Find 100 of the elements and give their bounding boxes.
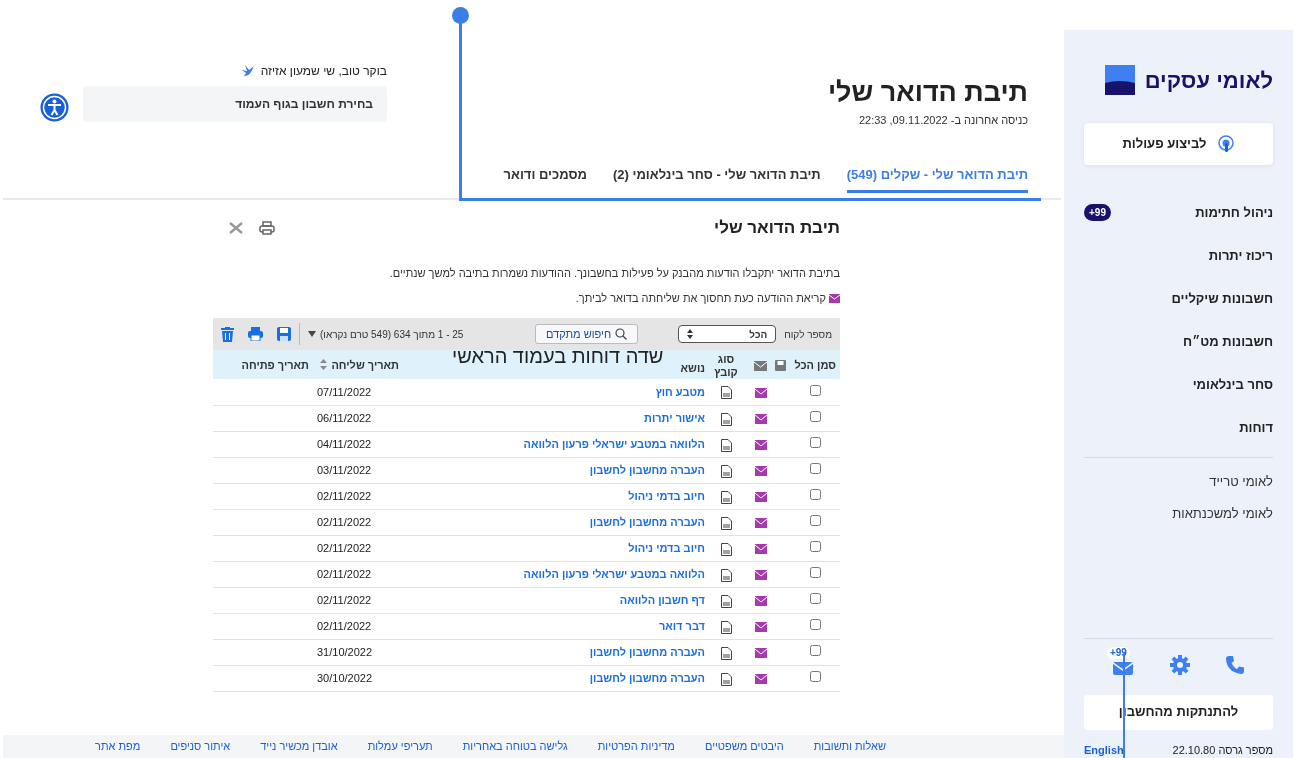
envelope-icon[interactable]	[755, 622, 767, 633]
date-text: 31/10/2022	[317, 646, 373, 659]
envelope-icon[interactable]	[755, 492, 767, 503]
row-checkbox[interactable]	[809, 567, 821, 579]
pdf-file-icon[interactable]	[720, 490, 732, 504]
bird-icon	[240, 65, 255, 77]
footer-link[interactable]: איתור סניפים	[170, 738, 231, 755]
envelope-icon[interactable]	[755, 388, 767, 398]
nav-item[interactable]: סחר בינלאומי	[1084, 363, 1273, 406]
subject-link[interactable]: הלוואה במטבע ישראלי פרעון הלוואה	[523, 568, 705, 581]
sidebar-link[interactable]: לאומי למשכנתאות	[1084, 498, 1273, 530]
envelope-icon[interactable]	[755, 414, 767, 425]
pdf-file-icon[interactable]	[720, 672, 732, 686]
footer-link[interactable]: מפת אתר	[95, 738, 141, 755]
tab[interactable]: תיבת הדואר שלי - שקלים (549)	[846, 164, 1028, 194]
envelope-icon[interactable]	[755, 596, 767, 607]
date-text: 02/11/2022	[317, 542, 372, 555]
sidebar-link[interactable]: לאומי טרייד	[1084, 466, 1273, 498]
pdf-file-icon[interactable]	[720, 620, 732, 634]
row-checkbox[interactable]	[809, 671, 821, 683]
pdf-file-icon[interactable]	[720, 568, 732, 582]
row-checkbox[interactable]	[809, 541, 821, 553]
caret-icon[interactable]	[308, 331, 316, 338]
footer-link[interactable]: אובדן מכשיר נייד	[260, 738, 338, 755]
pdf-file-icon[interactable]	[720, 412, 732, 426]
subject-link[interactable]: חיוב בדמי ניהול	[628, 490, 705, 503]
envelope-icon[interactable]	[755, 518, 767, 529]
footer-link[interactable]: תעריפי עמלות	[367, 738, 433, 755]
row-checkbox[interactable]	[809, 645, 821, 657]
pdf-file-icon[interactable]	[720, 542, 732, 556]
nav-item[interactable]: דוחות	[1084, 406, 1273, 449]
last-login-text: כניסה אחרונה ב- 09.11.2022, 22:33	[857, 113, 1028, 129]
date-text: 30/10/2022	[317, 672, 373, 685]
subject-link[interactable]: דף חשבון הלוואה	[619, 594, 705, 607]
row-checkbox[interactable]	[809, 489, 821, 501]
customer-select[interactable]: הכל	[678, 325, 777, 344]
subject-link[interactable]: אישור יתרות	[644, 412, 705, 425]
nav-item[interactable]: חשבונות מט״ח	[1084, 320, 1273, 363]
tab[interactable]: מסמכים ודואר	[503, 164, 587, 194]
pdf-file-icon[interactable]	[720, 594, 732, 608]
envelope-icon[interactable]	[755, 674, 767, 685]
pdf-file-icon[interactable]	[720, 464, 732, 478]
subject-link[interactable]: העברה מחשבון לחשבון	[589, 516, 705, 529]
row-checkbox[interactable]	[809, 515, 821, 527]
version-text: מספר גרסה 22.10.80	[1172, 742, 1273, 758]
envelope-icon[interactable]	[755, 544, 767, 555]
language-link[interactable]: English	[1084, 741, 1124, 758]
subject-link[interactable]: הלוואה במטבע ישראלי פרעון הלוואה	[523, 438, 705, 451]
nav-label: חשבונות שיקליים	[1171, 289, 1273, 308]
x-icon[interactable]	[229, 222, 243, 235]
envelope-icon[interactable]	[755, 570, 767, 581]
footer-link[interactable]: גלישה בטוחה באחריות	[462, 738, 568, 755]
pdf-file-icon[interactable]	[720, 438, 732, 452]
envelope-icon[interactable]	[754, 360, 767, 371]
save-icon[interactable]	[277, 326, 291, 341]
action-button[interactable]: לביצוע פעולות	[1084, 123, 1273, 165]
footer-link[interactable]: מדיניות הפרטיות	[597, 738, 675, 755]
subject-link[interactable]: מטבע חוץ	[655, 385, 705, 398]
envelope-icon[interactable]	[755, 466, 767, 477]
subject-link[interactable]: העברה מחשבון לחשבון	[589, 672, 705, 685]
pdf-file-icon[interactable]	[720, 516, 732, 530]
save-icon[interactable]	[775, 360, 786, 372]
tab[interactable]: תיבת הדואר שלי - סחר בינלאומי (2)	[612, 164, 821, 194]
date-text: 02/11/2022	[317, 594, 372, 607]
pdf-file-icon[interactable]	[720, 386, 732, 400]
date-text: 02/11/2022	[317, 568, 372, 581]
pdf-file-icon[interactable]	[720, 646, 732, 660]
notice-text: קריאת ההודעה כעת תחסוך את שליחתה בדואר לביתך.	[575, 290, 826, 306]
account-select[interactable]: בחירת חשבון בגוף העמוד	[83, 86, 387, 122]
subject-link[interactable]: העברה מחשבון לחשבון	[589, 646, 705, 659]
envelope-icon[interactable]	[755, 440, 767, 451]
footer-link[interactable]: היבטים משפטיים	[704, 738, 784, 755]
trash-icon[interactable]	[221, 326, 234, 342]
nav-item[interactable]: ריכוז יתרות	[1084, 234, 1273, 277]
date-text: 04/11/2022	[317, 438, 372, 451]
row-checkbox[interactable]	[809, 437, 821, 449]
accessibility-icon[interactable]	[40, 93, 69, 122]
footer-link[interactable]: שאלות ותשובות	[813, 738, 886, 755]
subject-link[interactable]: דבר דואר	[658, 620, 705, 633]
column-header: תאריך פתיחה	[241, 357, 309, 373]
advanced-search-button[interactable]: חיפוש מתקדם	[535, 324, 639, 345]
print-icon[interactable]	[259, 221, 275, 236]
row-checkbox[interactable]	[809, 384, 821, 396]
search-icon	[615, 328, 628, 341]
annotation-text: שדה דוחות בעמוד הראשי	[452, 346, 664, 366]
row-checkbox[interactable]	[809, 463, 821, 475]
envelope-icon[interactable]	[755, 648, 767, 659]
printer-icon[interactable]	[248, 326, 263, 341]
section-title: תיבת הדואר שלי	[714, 218, 840, 239]
subject-link[interactable]: העברה מחשבון לחשבון	[589, 464, 705, 477]
phone-icon[interactable]	[1225, 654, 1246, 675]
nav-label: ניהול חתימות	[1195, 203, 1273, 222]
row-checkbox[interactable]	[809, 619, 821, 631]
spinner-arrows-icon	[687, 329, 694, 340]
sort-icon[interactable]	[320, 359, 328, 371]
subject-link[interactable]: חיוב בדמי ניהול	[628, 542, 705, 555]
row-checkbox[interactable]	[809, 593, 821, 605]
row-checkbox[interactable]	[809, 411, 821, 423]
date-text: 02/11/2022	[317, 490, 372, 503]
nav-item[interactable]: חשבונות שיקליים	[1084, 277, 1273, 320]
